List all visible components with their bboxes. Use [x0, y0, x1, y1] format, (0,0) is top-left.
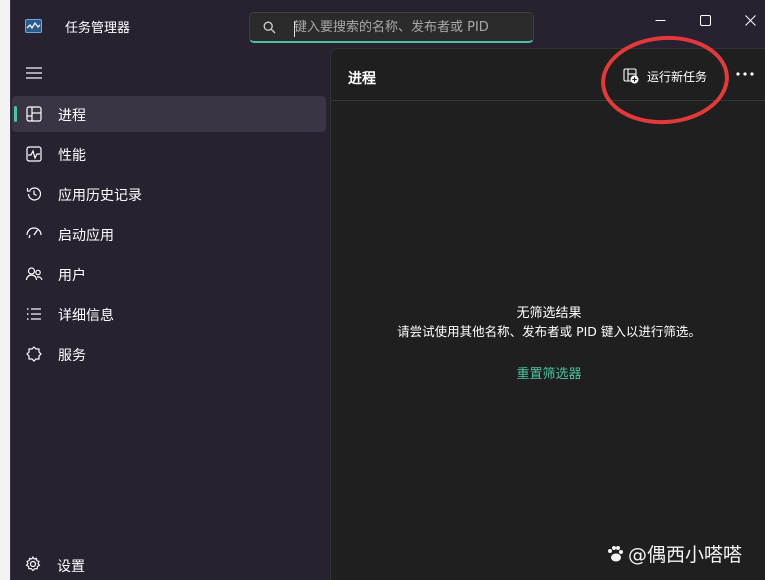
hamburger-menu-icon[interactable] — [26, 66, 42, 80]
sidebar-item-label: 进程 — [58, 108, 86, 124]
sidebar-item-label: 应用历史记录 — [58, 188, 142, 204]
users-icon — [25, 267, 43, 281]
sidebar-item-label: 启动应用 — [58, 228, 114, 244]
sidebar-item-label: 性能 — [58, 148, 86, 164]
sidebar-item-app-history[interactable]: 应用历史记录 — [12, 176, 326, 212]
no-results-description: 请尝试使用其他名称、发布者或 PID 键入以进行筛选。 — [397, 324, 701, 339]
main-panel: 进程 运行新任务 无筛选结果 请尝试使用其他名称、发布者或 PID 键入以进行筛… — [330, 48, 765, 580]
sidebar-item-startup-apps[interactable]: 启动应用 — [12, 216, 326, 252]
close-icon — [744, 14, 756, 26]
search-icon — [263, 21, 276, 34]
sidebar-nav: 进程 性能 应用历史记录 启动应用 用户 详细信息 服务 — [11, 96, 329, 376]
title-bar[interactable]: 任务管理器 — [11, 0, 765, 48]
run-new-task-label: 运行新任务 — [647, 69, 708, 84]
sidebar-item-label: 详细信息 — [58, 308, 114, 324]
maximize-icon — [699, 14, 711, 26]
main-header: 进程 运行新任务 — [331, 49, 765, 101]
performance-icon — [26, 146, 42, 162]
close-button[interactable] — [727, 0, 765, 40]
no-results-title: 无筛选结果 — [516, 306, 582, 321]
task-manager-window: 任务管理器 键入要搜索的名称、发布者或 PID 进程 性能 应用历史记录 启动应… — [10, 0, 765, 580]
sidebar-item-performance[interactable]: 性能 — [12, 136, 326, 172]
watermark-text: @偶西小嗒嗒 — [628, 544, 743, 566]
processes-icon — [26, 106, 42, 122]
search-box[interactable] — [249, 12, 534, 43]
settings-label: 设置 — [57, 559, 85, 575]
more-options-icon[interactable] — [735, 67, 755, 81]
watermark: @偶西小嗒嗒 — [606, 540, 742, 567]
gear-icon — [25, 556, 41, 572]
sidebar-item-users[interactable]: 用户 — [12, 256, 326, 292]
window-title: 任务管理器 — [65, 21, 131, 36]
sidebar-item-services[interactable]: 服务 — [12, 336, 326, 372]
page-title: 进程 — [348, 71, 376, 87]
active-indicator — [14, 106, 17, 122]
maximize-button[interactable] — [682, 0, 728, 40]
search-input[interactable] — [294, 16, 526, 38]
reset-filter-link[interactable]: 重置筛选器 — [331, 363, 765, 382]
app-history-icon — [26, 187, 42, 201]
sidebar-item-details[interactable]: 详细信息 — [12, 296, 326, 332]
run-new-task-icon — [623, 68, 639, 84]
minimize-icon — [655, 19, 665, 21]
desktop-background-left — [0, 0, 10, 580]
startup-apps-icon — [26, 227, 42, 239]
sidebar-item-label: 用户 — [58, 268, 86, 284]
sidebar-item-label: 服务 — [58, 348, 86, 364]
details-icon — [27, 308, 41, 320]
sidebar-item-processes[interactable]: 进程 — [12, 96, 326, 132]
text-caret — [294, 21, 295, 37]
services-icon — [26, 346, 42, 362]
run-new-task-button[interactable]: 运行新任务 — [623, 63, 707, 89]
task-manager-logo-icon — [25, 19, 42, 33]
sidebar-item-settings[interactable]: 设置 — [11, 548, 329, 580]
page: 任务管理器 键入要搜索的名称、发布者或 PID 进程 性能 应用历史记录 启动应… — [0, 0, 765, 580]
paw-logo-icon — [608, 545, 623, 561]
minimize-button[interactable] — [637, 0, 683, 40]
